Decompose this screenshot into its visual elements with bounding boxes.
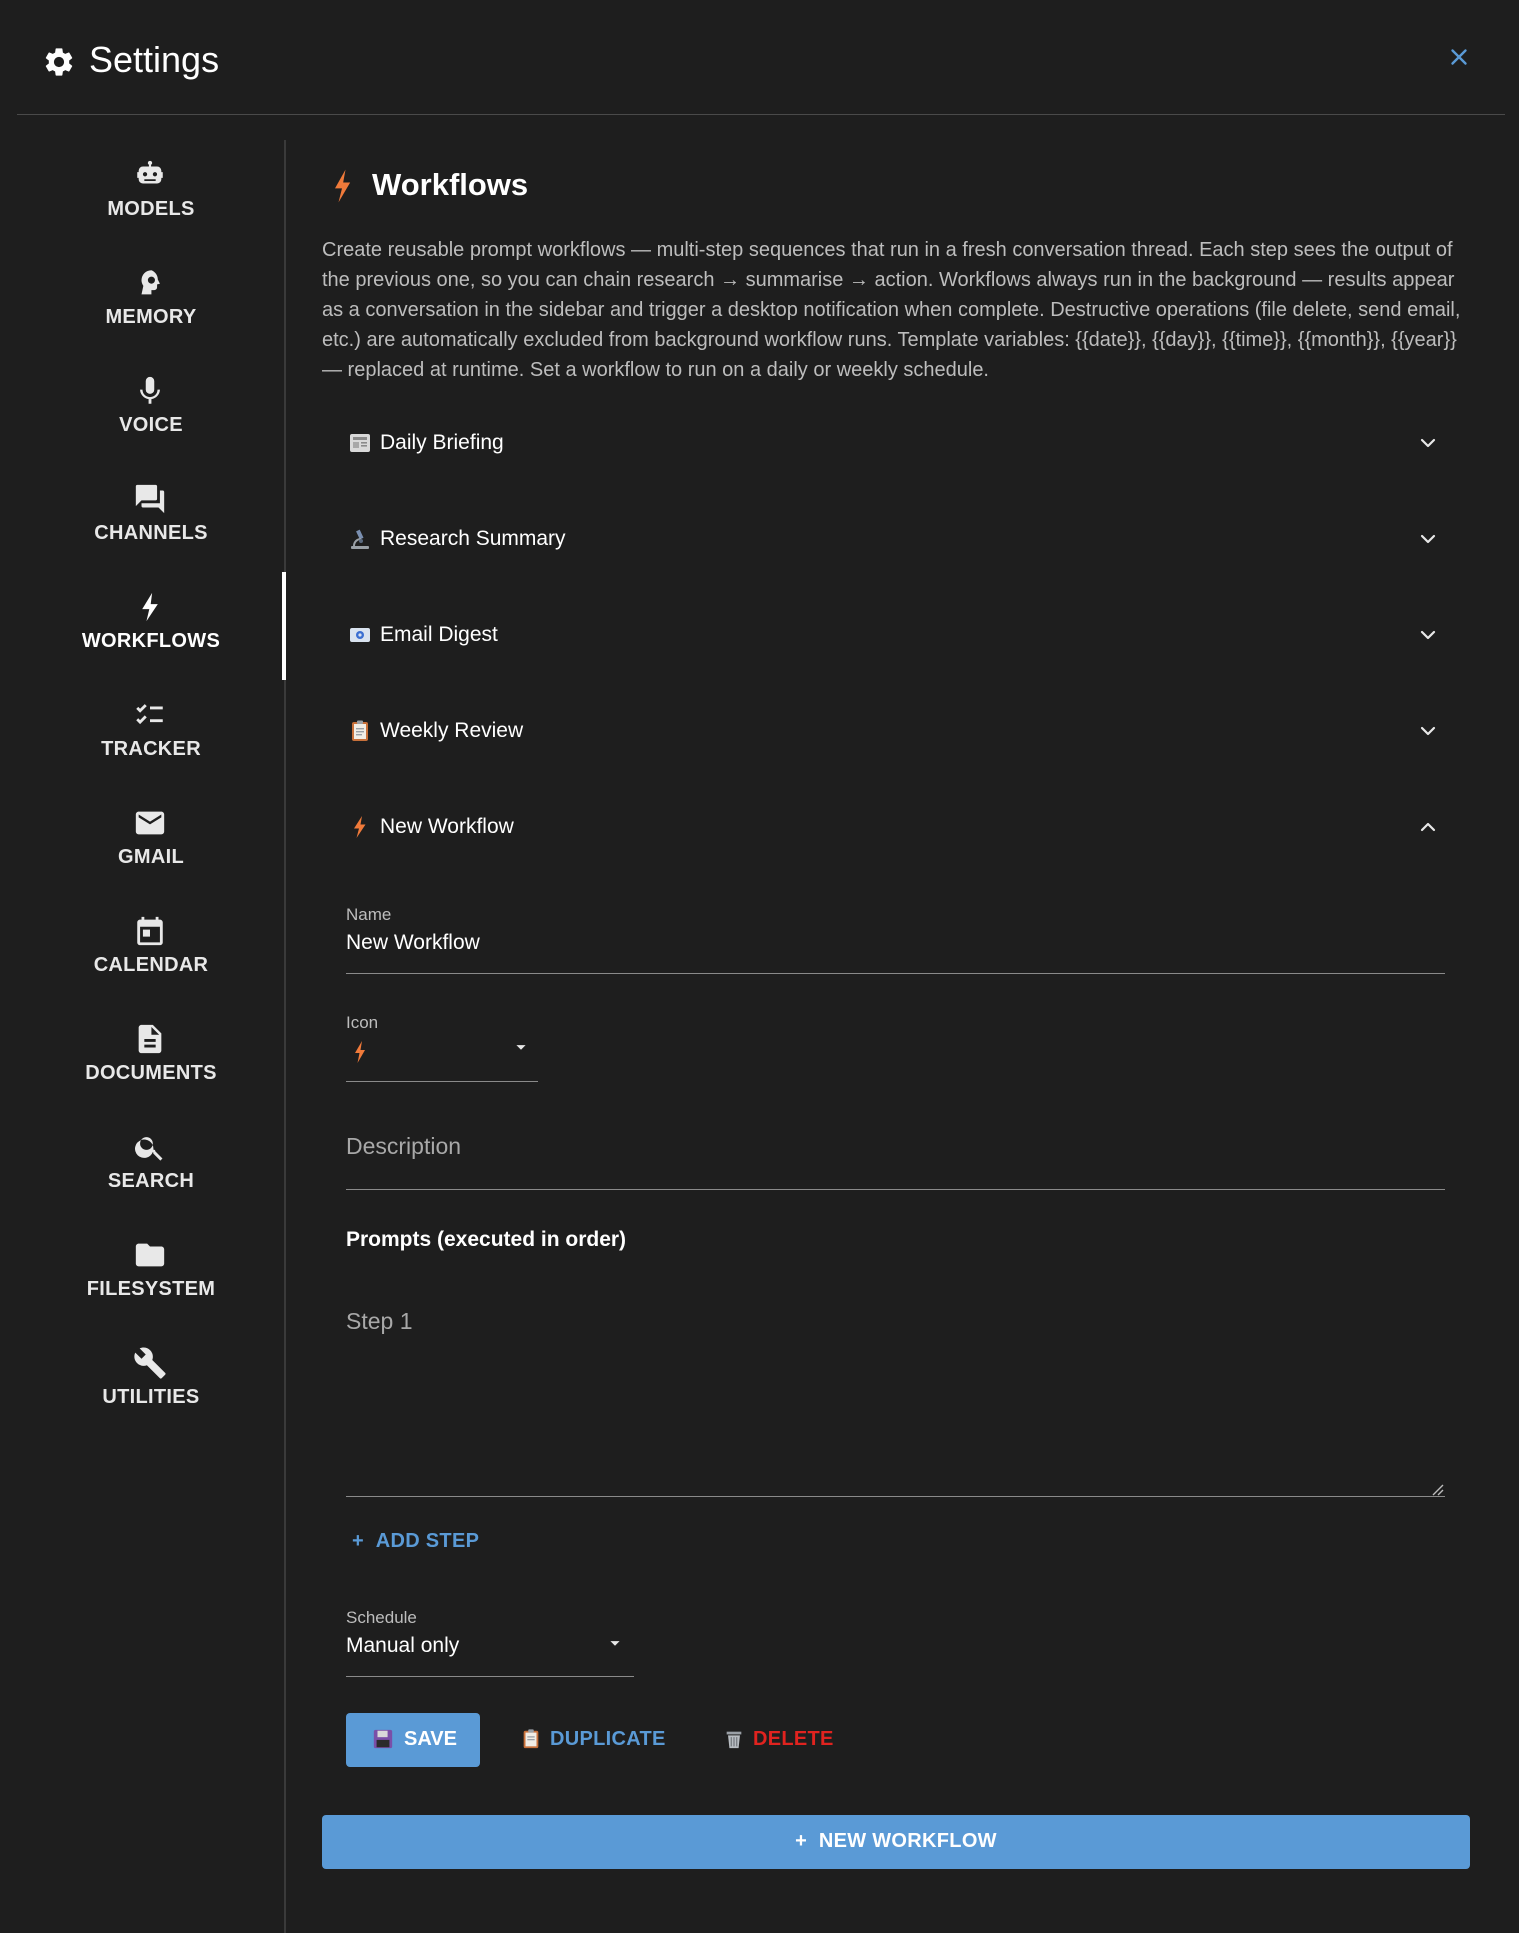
workflow-item-research-summary[interactable]: Research Summary bbox=[322, 493, 1462, 589]
icon-select[interactable] bbox=[346, 1036, 538, 1082]
trash-can-icon bbox=[726, 1731, 742, 1749]
chevron-up-icon[interactable] bbox=[1416, 815, 1440, 839]
sidebar-item-utilities[interactable]: UTILITIES bbox=[0, 1328, 286, 1436]
duplicate-label: DUPLICATE bbox=[550, 1728, 666, 1750]
dropdown-arrow-icon bbox=[516, 1045, 526, 1050]
folder-icon bbox=[135, 1243, 165, 1267]
add-step-button[interactable]: + ADD STEP bbox=[352, 1530, 479, 1553]
plus-icon: + bbox=[352, 1530, 376, 1552]
sidebar-item-workflows[interactable]: WORKFLOWS bbox=[0, 572, 286, 680]
sidebar-item-gmail[interactable]: GMAIL bbox=[0, 788, 286, 896]
microscope-icon bbox=[351, 529, 369, 549]
icon-field-label: Icon bbox=[346, 1013, 379, 1032]
workflow-item-new-workflow[interactable]: New Workflow bbox=[322, 781, 1462, 877]
sidebar-item-label: WORKFLOWS bbox=[81, 630, 221, 652]
dialog-header: Settings bbox=[0, 0, 1519, 116]
clipboard-icon bbox=[523, 1729, 539, 1749]
bolt-icon bbox=[335, 169, 351, 203]
page-title: Workflows bbox=[372, 167, 529, 202]
bolt-icon bbox=[142, 592, 158, 622]
bolt-icon bbox=[355, 1041, 365, 1063]
resize-handle-icon[interactable] bbox=[1430, 1482, 1444, 1496]
save-button[interactable]: SAVE bbox=[346, 1713, 480, 1767]
save-label: SAVE bbox=[404, 1728, 457, 1750]
step-1-textarea[interactable]: Step 1 bbox=[346, 1308, 413, 1335]
brain-head-icon bbox=[141, 270, 160, 295]
sidebar-item-voice[interactable]: VOICE bbox=[0, 356, 286, 464]
microphone-icon bbox=[140, 376, 160, 404]
sidebar-item-search[interactable]: SEARCH bbox=[0, 1112, 286, 1220]
schedule-value: Manual only bbox=[346, 1634, 460, 1657]
chevron-down-icon[interactable] bbox=[1416, 623, 1440, 647]
sidebar-item-label: SEARCH bbox=[107, 1170, 195, 1192]
delete-label: DELETE bbox=[753, 1728, 834, 1750]
sidebar-item-models[interactable]: MODELS bbox=[0, 140, 286, 248]
dropdown-arrow-icon bbox=[610, 1641, 620, 1646]
sidebar-item-documents[interactable]: DOCUMENTS bbox=[0, 1004, 286, 1112]
workflow-item-weekly-review[interactable]: Weekly Review bbox=[322, 685, 1462, 781]
sidebar-item-memory[interactable]: MEMORY bbox=[0, 248, 286, 356]
sidebar-item-label: MODELS bbox=[107, 198, 195, 220]
sidebar-item-label: MEMORY bbox=[105, 306, 197, 328]
workflow-name: Email Digest bbox=[380, 623, 498, 646]
workflow-name: Weekly Review bbox=[380, 719, 524, 742]
search-icon bbox=[135, 1137, 163, 1161]
workflow-name: New Workflow bbox=[380, 815, 514, 838]
name-field-label: Name bbox=[346, 905, 392, 924]
workflow-name: Research Summary bbox=[380, 527, 566, 550]
envelope-icon bbox=[135, 811, 165, 835]
floppy-disk-icon bbox=[373, 1729, 393, 1749]
sidebar-item-channels[interactable]: CHANNELS bbox=[0, 464, 286, 572]
sidebar-item-tracker[interactable]: TRACKER bbox=[0, 680, 286, 788]
sidebar-item-label: CHANNELS bbox=[94, 522, 208, 544]
gear-icon bbox=[45, 48, 73, 76]
workflow-name: Daily Briefing bbox=[380, 431, 504, 454]
icon-select-underline bbox=[346, 1081, 538, 1082]
sidebar-item-label: TRACKER bbox=[101, 738, 201, 760]
dialog-title: Settings bbox=[89, 39, 220, 80]
description-field-underline bbox=[346, 1189, 1445, 1190]
step-1-underline bbox=[346, 1496, 1445, 1497]
description-field[interactable]: Description bbox=[346, 1133, 461, 1160]
workflows-description: Create reusable prompt workflows — multi… bbox=[322, 239, 1461, 381]
sidebar-item-calendar[interactable]: CALENDAR bbox=[0, 896, 286, 1004]
sidebar-item-label: UTILITIES bbox=[102, 1386, 200, 1408]
sidebar-item-label: DOCUMENTS bbox=[85, 1062, 217, 1084]
document-icon bbox=[138, 1024, 162, 1054]
add-step-label: ADD STEP bbox=[375, 1530, 480, 1552]
checklist-icon bbox=[136, 704, 163, 725]
workflow-item-daily-briefing[interactable]: Daily Briefing bbox=[322, 397, 1462, 493]
new-workflow-label: NEW WORKFLOW bbox=[818, 1830, 997, 1852]
chevron-down-icon[interactable] bbox=[1416, 431, 1440, 455]
plus-icon: + bbox=[795, 1830, 819, 1852]
bolt-icon bbox=[354, 816, 366, 838]
prompts-heading: Prompts (executed in order) bbox=[346, 1228, 627, 1251]
duplicate-button[interactable]: DUPLICATE bbox=[520, 1713, 670, 1767]
delete-button[interactable]: DELETE bbox=[723, 1713, 843, 1767]
new-workflow-button[interactable]: + NEW WORKFLOW bbox=[322, 1815, 1470, 1869]
sidebar-item-filesystem[interactable]: FILESYSTEM bbox=[0, 1220, 286, 1328]
header-divider bbox=[17, 114, 1505, 115]
clipboard-icon bbox=[352, 720, 368, 741]
sidebar-item-label: FILESYSTEM bbox=[86, 1278, 216, 1300]
sidebar-item-label: VOICE bbox=[119, 414, 183, 436]
close-icon[interactable] bbox=[1446, 44, 1472, 70]
calendar-icon bbox=[137, 916, 163, 946]
chevron-down-icon[interactable] bbox=[1416, 527, 1440, 551]
sidebar-item-label: CALENDAR bbox=[93, 954, 209, 976]
wrench-icon bbox=[134, 1347, 166, 1379]
schedule-select-underline bbox=[346, 1676, 634, 1677]
chevron-down-icon[interactable] bbox=[1416, 719, 1440, 743]
schedule-field-label: Schedule bbox=[346, 1608, 417, 1627]
email-icon bbox=[350, 628, 370, 642]
schedule-select[interactable]: Manual only bbox=[346, 1632, 634, 1676]
chat-bubbles-icon bbox=[135, 484, 165, 514]
robot-icon bbox=[137, 160, 163, 184]
sidebar-item-label: GMAIL bbox=[118, 846, 184, 868]
name-field[interactable]: New Workflow bbox=[346, 931, 480, 955]
newspaper-icon bbox=[350, 434, 370, 452]
workflow-item-email-digest[interactable]: Email Digest bbox=[322, 589, 1462, 685]
name-field-underline bbox=[346, 973, 1445, 974]
